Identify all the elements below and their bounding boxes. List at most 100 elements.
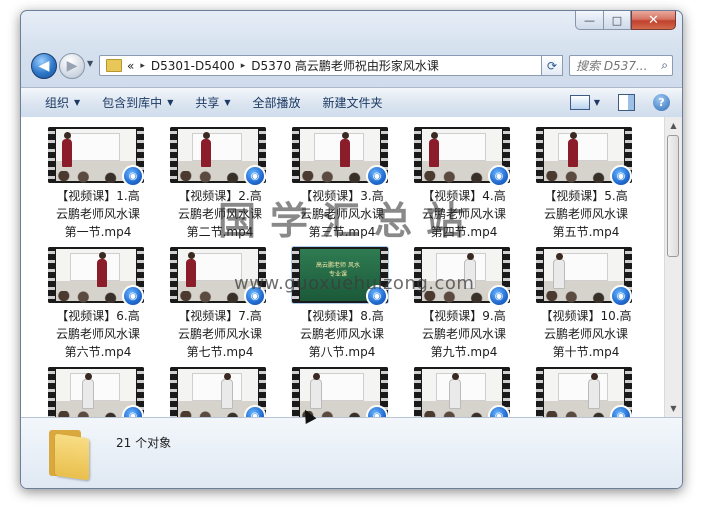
scroll-down-icon[interactable]: ▼	[665, 400, 682, 417]
vertical-scrollbar[interactable]: ▲ ▼	[664, 117, 682, 417]
view-options-chevron-icon[interactable]: ▼	[594, 98, 600, 107]
file-name-line2: 云鹏老师风水课	[55, 207, 140, 221]
file-name-line3: 第七节.mp4	[186, 345, 254, 359]
file-name-line2: 云鹏老师风水课	[55, 327, 140, 341]
file-item[interactable]: 高云鹏老师 风水专业课 ◉ 【视频课】8.高 云鹏老师风水课 第八节.mp4	[287, 246, 397, 361]
new-folder-button[interactable]: 新建文件夹	[323, 94, 383, 111]
video-file-icon: ◉	[122, 165, 144, 187]
file-name-line2: 云鹏老师风水课	[177, 327, 262, 341]
file-item[interactable]: ◉ 【视频课】1.高 云鹏老师风水课 第一节.mp4	[43, 127, 153, 239]
file-name-line1: 【视频课】1.高	[56, 189, 140, 203]
breadcrumb-separator-icon: ▸	[140, 60, 145, 71]
organize-menu[interactable]: 组织 ▼	[45, 94, 80, 111]
explorer-window: — □ ✕ ◀ ▶ ▼ « ▸ D5301-D5400 ▸ D5370 高云鹏老…	[20, 10, 683, 489]
back-button[interactable]: ◀	[31, 53, 57, 79]
file-item[interactable]: ◉ 【视频课】7.高 云鹏老师风水课 第七节.mp4	[165, 247, 275, 359]
scrollbar-thumb[interactable]	[667, 135, 679, 257]
video-file-icon: ◉	[122, 285, 144, 307]
video-file-icon: ◉	[244, 165, 266, 187]
video-file-icon: ◉	[244, 285, 266, 307]
file-item[interactable]: ◉ 【视频课】3.高 云鹏老师风水课 第三节.mp4	[287, 127, 397, 239]
file-name: 【视频课】9.高 云鹏老师风水课 第九节.mp4	[409, 307, 519, 361]
file-name-line2: 云鹏老师风水课	[177, 207, 262, 221]
file-name-line3: 第四节.mp4	[430, 225, 498, 239]
video-file-icon: ◉	[366, 165, 388, 187]
file-item[interactable]: ◉ 【视频课】10.高 云鹏老师风水课 第十节.mp4	[531, 247, 641, 359]
share-menu[interactable]: 共享 ▼	[195, 94, 230, 111]
address-bar[interactable]: « ▸ D5301-D5400 ▸ D5370 高云鹏老师祝由形家风水课 ▼	[99, 55, 559, 76]
file-name-line1: 【视频课】9.高	[422, 309, 506, 323]
file-name: 【视频课】5.高 云鹏老师风水课 第五节.mp4	[531, 187, 641, 241]
help-icon[interactable]: ?	[653, 94, 670, 111]
refresh-button[interactable]: ⟳	[541, 55, 563, 76]
file-item[interactable]: ◉ 【视频课】2.高 云鹏老师风水课 第二节.mp4	[165, 127, 275, 239]
video-file-icon: ◉	[366, 285, 388, 307]
file-name-line3: 第五节.mp4	[552, 225, 620, 239]
file-name-line1: 【视频课】5.高	[544, 189, 628, 203]
file-item[interactable]: ◉ 【视频课】5.高 云鹏老师风水课 第五节.mp4	[531, 127, 641, 239]
breadcrumb-parent[interactable]: D5301-D5400	[151, 59, 235, 73]
file-name-line3: 第一节.mp4	[64, 225, 132, 239]
title-card-text: 高云鹏老师 风水专业课	[316, 262, 360, 278]
change-view-icon[interactable]	[569, 95, 590, 110]
file-name-line1: 【视频课】8.高	[300, 309, 384, 323]
file-item[interactable]: ◉ 【视频课】4.高 云鹏老师风水课 第四节.mp4	[409, 127, 519, 239]
maximize-button[interactable]: □	[603, 11, 631, 30]
file-name: 【视频课】7.高 云鹏老师风水课 第七节.mp4	[165, 307, 275, 361]
file-item[interactable]: ◉	[531, 367, 641, 417]
address-overflow[interactable]: «	[127, 59, 134, 73]
video-file-icon: ◉	[610, 285, 632, 307]
search-input[interactable]	[576, 58, 652, 73]
video-file-icon: ◉	[488, 285, 510, 307]
file-name-line2: 云鹏老师风水课	[543, 207, 628, 221]
scroll-up-icon[interactable]: ▲	[665, 117, 682, 134]
close-button[interactable]: ✕	[631, 11, 676, 30]
file-name-line3: 第六节.mp4	[64, 345, 132, 359]
forward-button[interactable]: ▶	[59, 53, 85, 79]
file-name: 【视频课】1.高 云鹏老师风水课 第一节.mp4	[43, 187, 153, 241]
file-item[interactable]: ◉ 【视频课】6.高 云鹏老师风水课 第六节.mp4	[43, 247, 153, 359]
search-box[interactable]: ⌕	[569, 55, 673, 76]
folder-large-icon	[49, 426, 95, 481]
include-in-library-menu[interactable]: 包含到库中 ▼	[102, 94, 173, 111]
file-name-line3: 第九节.mp4	[430, 345, 498, 359]
video-file-icon: ◉	[610, 165, 632, 187]
chevron-down-icon: ▼	[74, 98, 81, 107]
file-name: 【视频课】3.高 云鹏老师风水课 第三节.mp4	[287, 187, 397, 241]
play-all-button[interactable]: 全部播放	[253, 94, 301, 111]
search-icon[interactable]: ⌕	[661, 58, 668, 73]
breadcrumb-separator-icon[interactable]: ▸	[241, 61, 246, 71]
details-pane: 21 个对象	[21, 417, 682, 488]
command-toolbar: 组织 ▼ 包含到库中 ▼ 共享 ▼ 全部播放 新建文件夹 ▼ ?	[21, 87, 682, 118]
include-in-library-label: 包含到库中	[102, 96, 163, 110]
file-name-line1: 【视频课】4.高	[422, 189, 506, 203]
file-name-line1: 【视频课】10.高	[540, 309, 632, 323]
file-name: 【视频课】2.高 云鹏老师风水课 第二节.mp4	[165, 187, 275, 241]
file-item[interactable]: ◉ 【视频课】9.高 云鹏老师风水课 第九节.mp4	[409, 247, 519, 359]
file-name: 【视频课】4.高 云鹏老师风水课 第四节.mp4	[409, 187, 519, 241]
share-label: 共享	[195, 96, 220, 110]
folder-icon	[106, 59, 122, 72]
file-name-line1: 【视频课】6.高	[56, 309, 140, 323]
recent-pages-dropdown-icon[interactable]: ▼	[87, 59, 93, 68]
file-item[interactable]: ◉	[409, 367, 519, 417]
file-item[interactable]: ◉	[165, 367, 275, 417]
file-name-line2: 云鹏老师风水课	[299, 207, 384, 221]
file-name-line1: 【视频课】2.高	[178, 189, 262, 203]
video-file-icon: ◉	[488, 165, 510, 187]
file-name: 【视频课】6.高 云鹏老师风水课 第六节.mp4	[43, 307, 153, 361]
file-name: 【视频课】8.高 云鹏老师风水课 第八节.mp4	[287, 307, 397, 361]
file-item[interactable]: ◉	[43, 367, 153, 417]
file-name-line3: 第八节.mp4	[308, 345, 376, 359]
organize-label: 组织	[45, 96, 70, 110]
file-name-line3: 第二节.mp4	[186, 225, 254, 239]
file-name: 【视频课】10.高 云鹏老师风水课 第十节.mp4	[531, 307, 641, 361]
file-name-line1: 【视频课】3.高	[300, 189, 384, 203]
item-count: 21 个对象	[116, 436, 172, 450]
minimize-button[interactable]: —	[575, 11, 603, 30]
navigation-bar: ◀ ▶ ▼ « ▸ D5301-D5400 ▸ D5370 高云鹏老师祝由形家风…	[21, 51, 682, 81]
chevron-down-icon: ▼	[224, 98, 231, 107]
file-list-pane: ◉ 【视频课】1.高 云鹏老师风水课 第一节.mp4 ◉ 【视频课】2.高 云鹏老师风水课第…	[21, 117, 682, 417]
preview-pane-icon[interactable]	[618, 94, 635, 111]
breadcrumb-current[interactable]: D5370 高云鹏老师祝由形家风水课	[251, 57, 439, 74]
